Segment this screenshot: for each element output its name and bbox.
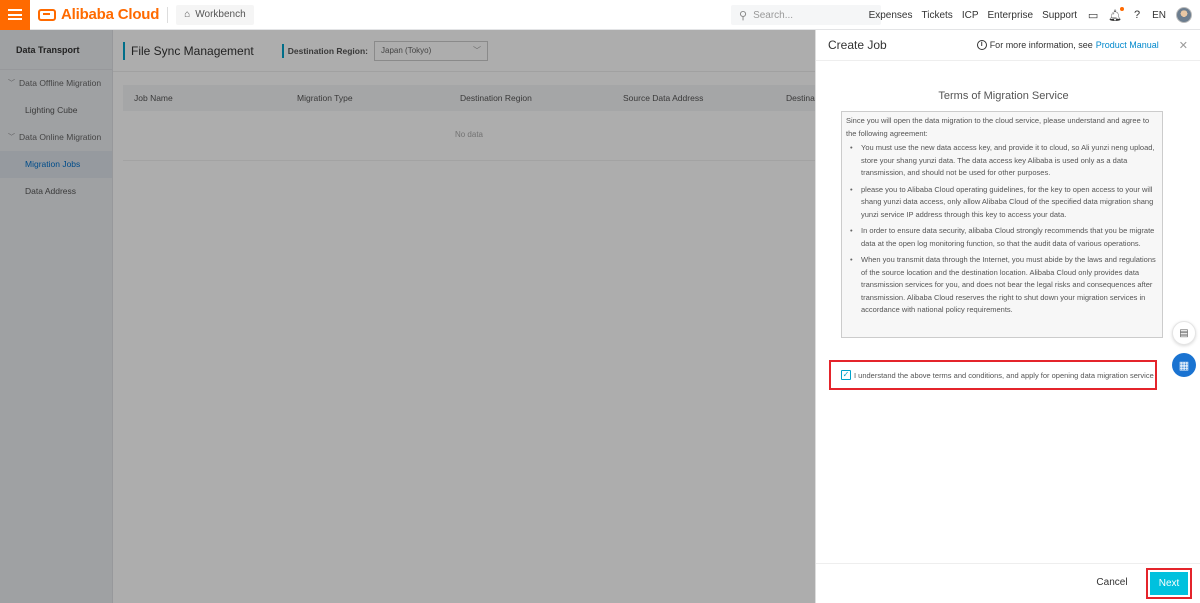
create-job-drawer: Create Job i For more information, see P… <box>815 30 1200 603</box>
close-icon[interactable]: ✕ <box>1179 39 1188 52</box>
drawer-header: Create Job i For more information, see P… <box>816 30 1200 61</box>
top-nav: Expenses Tickets ICP Enterprise Support … <box>860 0 1192 30</box>
language-switch[interactable]: EN <box>1152 10 1166 21</box>
hamburger-icon <box>8 9 22 20</box>
apps-grid-icon[interactable]: ▦ <box>1172 353 1196 377</box>
nav-expenses[interactable]: Expenses <box>869 10 913 21</box>
home-icon: ⌂ <box>184 9 191 20</box>
terms-item: When you transmit data through the Inter… <box>846 254 1159 317</box>
nav-tickets[interactable]: Tickets <box>922 10 953 21</box>
terms-item: In order to ensure data security, alibab… <box>846 225 1159 250</box>
top-bar: Alibaba Cloud ⌂ Workbench ⚲ Search... Ex… <box>0 0 1200 30</box>
notification-dot <box>1120 7 1125 11</box>
bell-icon[interactable]: 🔔︎ <box>1108 7 1125 22</box>
feedback-chat-icon[interactable]: ▤ <box>1172 321 1196 345</box>
agree-terms-checkbox-row[interactable]: ✓ I understand the above terms and condi… <box>829 360 1157 390</box>
terms-box[interactable]: Since you will open the data migration t… <box>841 111 1163 338</box>
nav-icp[interactable]: ICP <box>962 10 979 21</box>
brand-logo[interactable]: Alibaba Cloud <box>38 6 159 23</box>
terms-item: please you to Alibaba Cloud operating gu… <box>846 184 1159 222</box>
next-button-highlight: Next <box>1146 568 1192 599</box>
search-icon: ⚲ <box>739 9 748 22</box>
terms-title: Terms of Migration Service <box>938 90 1069 102</box>
terms-intro: Since you will open the data migration t… <box>846 116 1150 138</box>
divider <box>167 6 169 23</box>
nav-support[interactable]: Support <box>1042 10 1077 21</box>
menu-button[interactable] <box>0 0 30 30</box>
info-text: For more information, see <box>989 40 1093 50</box>
drawer-title: Create Job <box>828 38 887 52</box>
modal-overlay[interactable] <box>0 30 815 603</box>
help-icon[interactable]: ? <box>1131 9 1143 21</box>
agree-label[interactable]: I understand the above terms and conditi… <box>854 371 1154 380</box>
workbench-label: Workbench <box>195 9 246 20</box>
brand-name: Alibaba Cloud <box>61 6 160 23</box>
terms-item: You must use the new data access key, an… <box>846 142 1159 180</box>
search-placeholder: Search... <box>753 9 794 21</box>
next-button[interactable]: Next <box>1150 572 1188 595</box>
alibaba-cloud-logo-icon <box>38 8 56 21</box>
terms-list: You must use the new data access key, an… <box>846 142 1159 317</box>
nav-enterprise[interactable]: Enterprise <box>987 10 1033 21</box>
search-input[interactable]: ⚲ Search... <box>731 5 881 25</box>
drawer-footer: Cancel Next <box>816 563 1200 603</box>
avatar[interactable] <box>1176 7 1192 23</box>
product-manual-link[interactable]: Product Manual <box>1096 40 1159 50</box>
drawer-info: i For more information, see Product Manu… <box>976 40 1159 50</box>
terminal-icon[interactable]: ▭ <box>1087 9 1099 22</box>
workbench-button[interactable]: ⌂ Workbench <box>176 4 254 25</box>
info-icon: i <box>976 40 987 50</box>
agree-checkbox[interactable]: ✓ <box>841 370 851 380</box>
cancel-button[interactable]: Cancel <box>1090 571 1134 595</box>
